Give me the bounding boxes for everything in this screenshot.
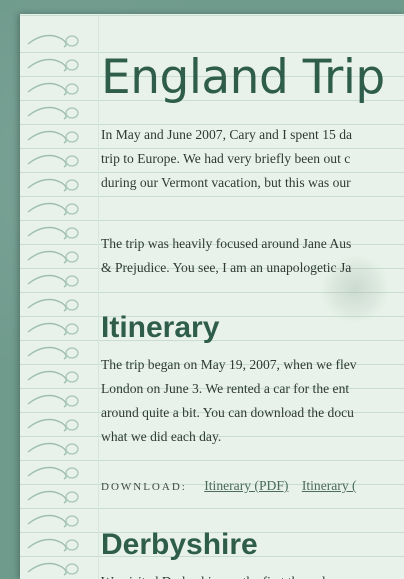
binding-ring-icon	[27, 226, 79, 240]
itinerary-heading: Itinerary	[101, 311, 220, 344]
itinerary-line: around quite a bit. You can download the…	[101, 405, 354, 420]
spiral-binding	[20, 14, 90, 579]
itinerary-alt-link[interactable]: Itinerary (	[302, 478, 357, 493]
derbyshire-line: We visited Derbyshire on the first three…	[101, 570, 404, 579]
page-background: England Trip In May and June 2007, Cary …	[0, 0, 404, 579]
focus-line: The trip was heavily focused around Jane…	[101, 236, 352, 251]
binding-ring-icon	[27, 274, 79, 288]
binding-ring-icon	[27, 514, 79, 528]
binding-ring-icon	[27, 178, 79, 192]
itinerary-line: what we did each day.	[101, 429, 222, 444]
binding-ring-icon	[27, 34, 79, 48]
focus-line: & Prejudice. You see, I am an unapologet…	[101, 260, 352, 275]
focus-paragraph: The trip was heavily focused around Jane…	[101, 232, 404, 280]
binding-ring-icon	[27, 394, 79, 408]
page-title: England Trip	[101, 50, 385, 105]
binding-ring-icon	[27, 538, 79, 552]
binding-ring-icon	[27, 466, 79, 480]
intro-line: during our Vermont vacation, but this wa…	[101, 175, 351, 190]
binding-ring-icon	[27, 154, 79, 168]
notebook-page: England Trip In May and June 2007, Cary …	[20, 14, 404, 579]
binding-ring-icon	[27, 298, 79, 312]
itinerary-line: The trip began on May 19, 2007, when we …	[101, 357, 357, 372]
binding-ring-icon	[27, 418, 79, 432]
binding-ring-icon	[27, 562, 79, 576]
binding-ring-icon	[27, 58, 79, 72]
download-bar: DOWNLOAD: Itinerary (PDF) Itinerary (	[101, 474, 367, 499]
binding-ring-icon	[27, 442, 79, 456]
itinerary-paragraph: The trip began on May 19, 2007, when we …	[101, 353, 404, 449]
binding-ring-icon	[27, 370, 79, 384]
intro-paragraph: In May and June 2007, Cary and I spent 1…	[101, 123, 404, 195]
binding-ring-icon	[27, 130, 79, 144]
download-label: DOWNLOAD:	[101, 481, 187, 493]
main-content: England Trip In May and June 2007, Cary …	[101, 14, 404, 579]
binding-ring-icon	[27, 250, 79, 264]
binding-ring-icon	[27, 202, 79, 216]
margin-line	[98, 14, 99, 579]
binding-ring-icon	[27, 106, 79, 120]
intro-line: trip to Europe. We had very briefly been…	[101, 151, 351, 166]
binding-ring-icon	[27, 346, 79, 360]
binding-ring-icon	[27, 322, 79, 336]
derbyshire-paragraph: We visited Derbyshire on the first three…	[101, 570, 404, 579]
itinerary-line: London on June 3. We rented a car for th…	[101, 381, 350, 396]
derbyshire-heading: Derbyshire	[101, 528, 258, 561]
binding-ring-icon	[27, 82, 79, 96]
intro-line: In May and June 2007, Cary and I spent 1…	[101, 127, 353, 142]
binding-ring-icon	[27, 490, 79, 504]
itinerary-pdf-link[interactable]: Itinerary (PDF)	[204, 478, 288, 493]
